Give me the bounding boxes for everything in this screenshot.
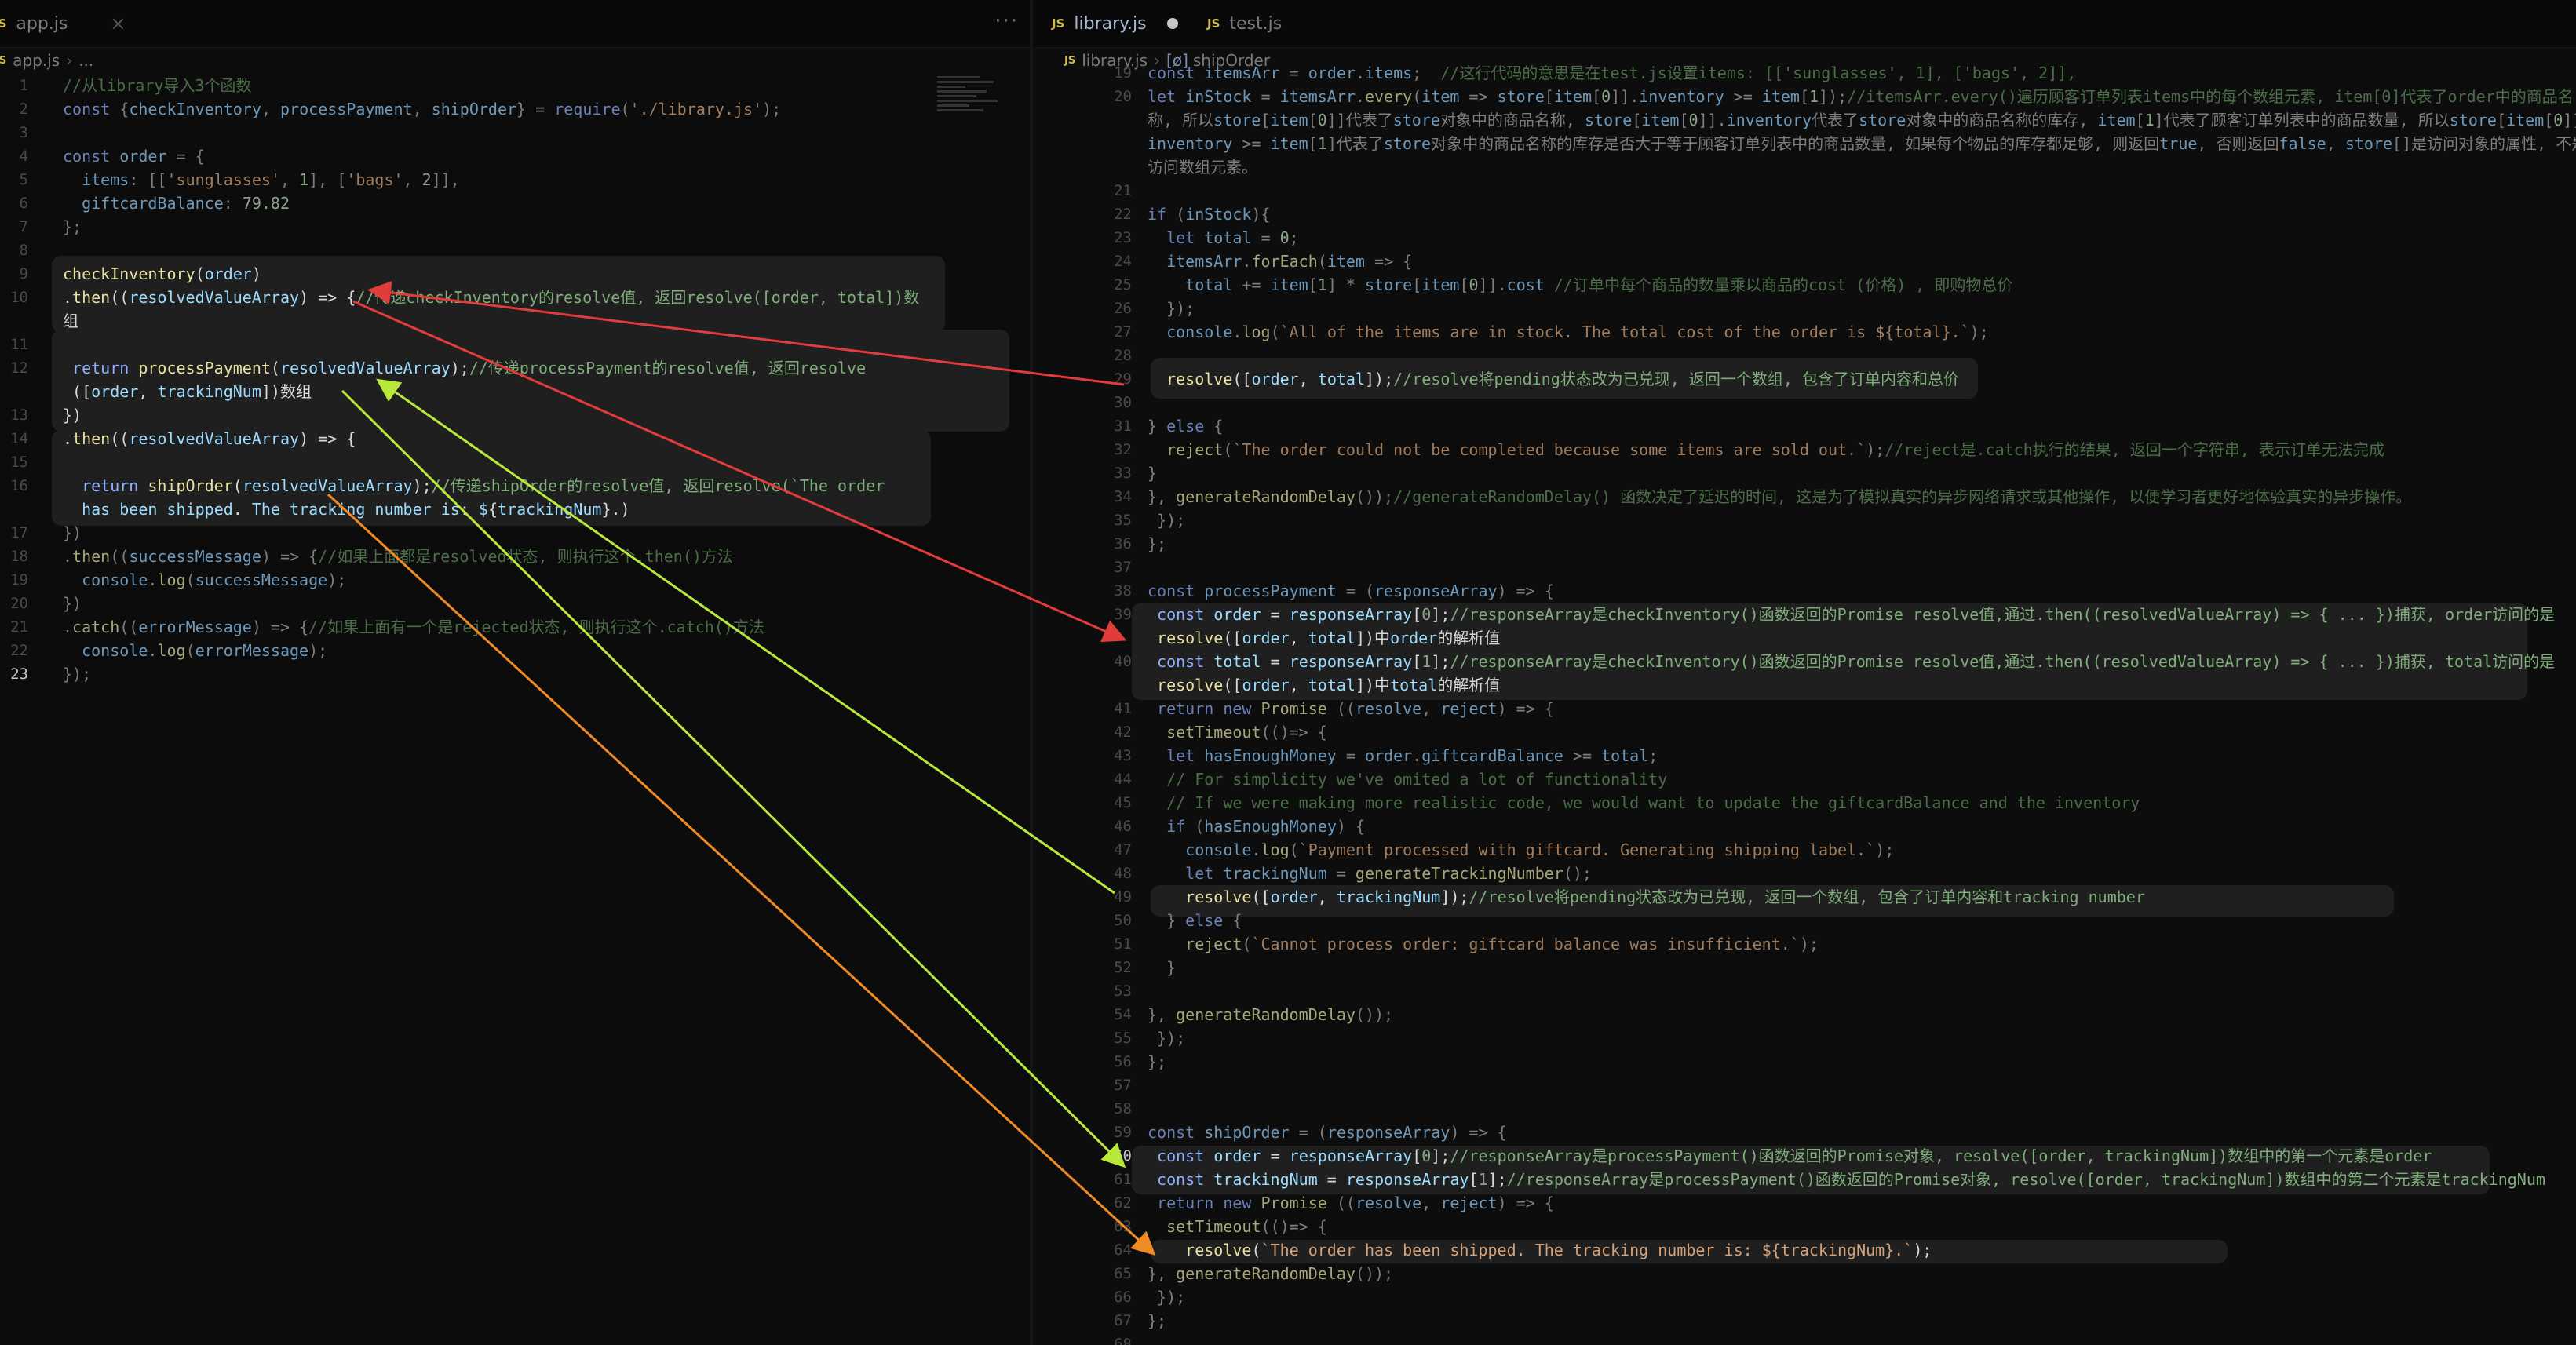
arrow-then-to-processpayment — [352, 300, 1127, 643]
arrow-shipped-message — [327, 493, 1156, 1256]
arrow-resolve-trackingnum-to-then — [376, 378, 1115, 895]
arrow-resolve-total-to-then — [367, 281, 1125, 386]
annotation-arrows — [327, 281, 1156, 1256]
arrow-then-to-shiporder — [341, 389, 1126, 1168]
